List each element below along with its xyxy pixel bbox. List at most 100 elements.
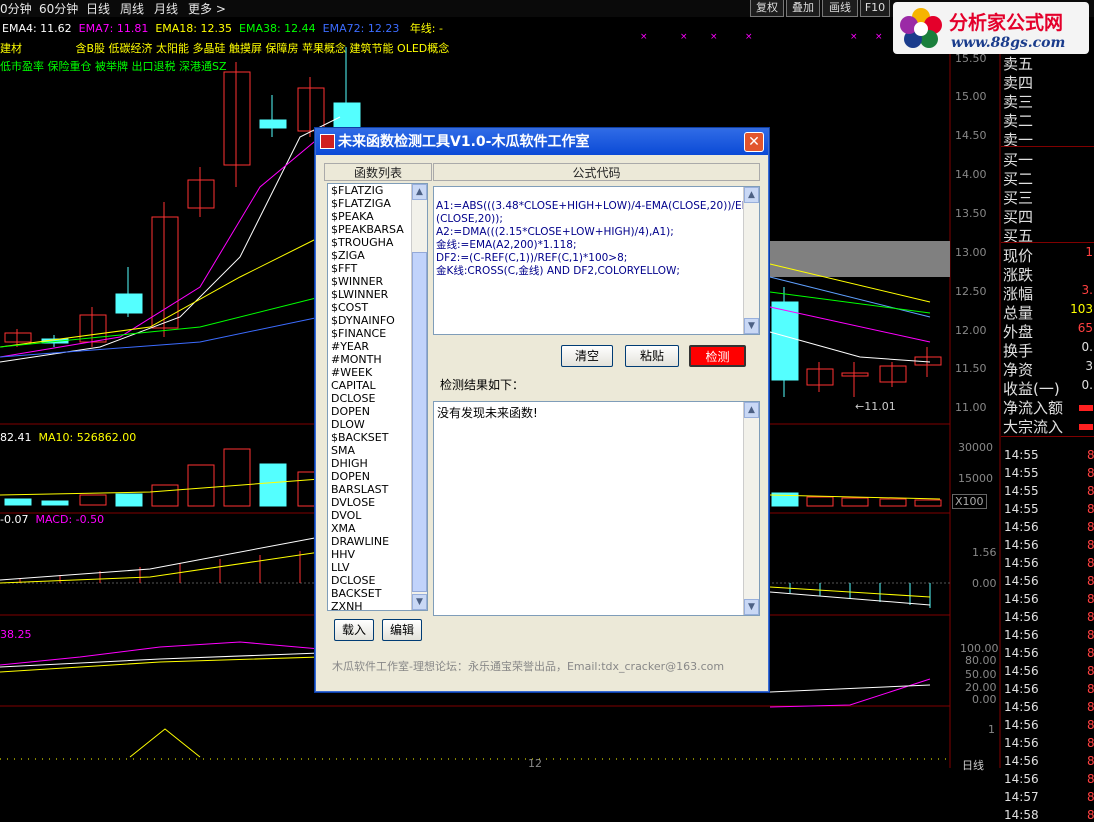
stat-label: 现价 — [1003, 247, 1034, 265]
ema38-label: EMA38: 12.44 — [239, 22, 316, 35]
concept-tag: 多晶硅 — [192, 42, 226, 55]
site-logo: 分析家公式网 www.88gs.com — [893, 2, 1089, 54]
clear-button[interactable]: 清空 — [561, 345, 613, 367]
volume-bar — [41, 500, 69, 506]
tick-time: 14:56 — [1004, 664, 1039, 678]
stat-row: 净流入额 — [1003, 397, 1093, 418]
concept-tag: 低碳经济 — [108, 42, 153, 55]
volume-value: 82.41 — [0, 431, 32, 444]
stat-value: 0. — [1081, 378, 1093, 392]
concept-tag: 建筑节能 — [349, 42, 394, 55]
period-tab-60min[interactable]: 60分钟 — [39, 0, 78, 17]
code-line: 金K线:CROSS(C,金线) AND DF2,COLORYELLOW; — [436, 265, 680, 277]
kdj-label: 38.25 — [0, 628, 32, 641]
period-tab-10min[interactable]: 0分钟 — [0, 0, 32, 17]
ema7-label: EMA7: 11.81 — [78, 22, 149, 35]
result-output[interactable]: 没有发现未来函数! ▲ ▼ — [433, 401, 760, 616]
period-tab-day[interactable]: 日线 — [86, 0, 110, 17]
volume-bar — [914, 499, 942, 507]
paste-button[interactable]: 粘贴 — [625, 345, 679, 367]
scroll-up-icon[interactable]: ▲ — [412, 184, 427, 200]
scroll-down-icon[interactable]: ▼ — [744, 318, 759, 334]
adjust-button[interactable]: 复权 — [750, 0, 784, 17]
stat-label: 收益(一) — [1003, 380, 1060, 398]
kdj-line — [769, 678, 931, 708]
tick-price: 8 — [1087, 736, 1094, 750]
tick-price: 8 — [1087, 556, 1094, 570]
tick-time: 14:57 — [1004, 790, 1039, 804]
scroll-down-icon[interactable]: ▼ — [744, 599, 759, 615]
tick-time: 14:56 — [1004, 538, 1039, 552]
price-axis-label: 12.00 — [955, 324, 987, 337]
close-icon[interactable]: ✕ — [744, 132, 764, 152]
edit-button[interactable]: 编辑 — [382, 619, 422, 641]
scroll-up-icon[interactable]: ▲ — [744, 402, 759, 418]
f10-button[interactable]: F10 — [860, 0, 890, 17]
kdj-axis-label: 50.00 — [965, 668, 997, 681]
volume-axis-label: 15000 — [958, 472, 993, 485]
buy-level-3: 买三 — [1003, 189, 1034, 207]
volume-unit-badge: X100 — [952, 494, 987, 509]
logo-url: www.88gs.com — [951, 35, 1066, 51]
future-function-detector-dialog: 未来函数检测工具V1.0-木瓜软件工作室 ✕ 函数列表 $FLATZIG $FLA… — [315, 128, 769, 692]
signal-marker: × — [850, 32, 858, 42]
result-scrollbar[interactable]: ▲ ▼ — [743, 402, 759, 615]
dialog-titlebar[interactable]: 未来函数检测工具V1.0-木瓜软件工作室 ✕ — [316, 129, 768, 155]
tick-time: 14:56 — [1004, 718, 1039, 732]
concept-row-1: 建材 含B股 低碳经济 太阳能 多晶硅 触摸屏 保障房 苹果概念 建筑节能 OL… — [0, 40, 449, 56]
tick-price: 8 — [1087, 772, 1094, 786]
scroll-down-icon[interactable]: ▼ — [412, 594, 427, 610]
period-tab-week[interactable]: 周线 — [120, 0, 144, 17]
function-list[interactable]: $FLATZIG $FLATZIGA $PEAKA $PEAKBARSA $TROUGH… — [327, 183, 428, 611]
code-scrollbar[interactable]: ▲ ▼ — [743, 187, 759, 334]
stat-value: 1 — [1085, 245, 1093, 259]
candle-body — [151, 216, 179, 329]
tick-price: 8 — [1087, 700, 1094, 714]
tick-price: 8 — [1087, 718, 1094, 732]
kdj-axis-label: 80.00 — [965, 654, 997, 667]
volume-bar — [806, 496, 834, 507]
volume-ma10: MA10: 526862.00 — [38, 431, 137, 444]
quote-panel: 卖五 卖四 卖三 卖二 卖一 买一 买二 买三 买四 买五 现价 1 涨跌 涨幅 3… — [1001, 45, 1094, 822]
stat-row: 外盘 65 — [1003, 321, 1093, 342]
result-label: 检测结果如下： — [440, 378, 525, 392]
load-button[interactable]: 载入 — [334, 619, 374, 641]
macd-label: -0.07 MACD: -0.50 — [0, 513, 104, 526]
tick-price: 8 — [1087, 628, 1094, 642]
concept-tag: 太阳能 — [156, 42, 190, 55]
tick-time: 14:56 — [1004, 520, 1039, 534]
inflow-bar — [1079, 424, 1093, 430]
candle-body — [771, 301, 799, 381]
tick-time: 14:56 — [1004, 610, 1039, 624]
formula-code-editor[interactable]: A1:=ABS(((3.48*CLOSE+HIGH+LOW)/4-EMA(CLO… — [433, 186, 760, 335]
tick-price: 8 — [1087, 682, 1094, 696]
scroll-up-icon[interactable]: ▲ — [744, 187, 759, 203]
scroll-thumb[interactable] — [412, 252, 427, 592]
volume-label: 82.41 MA10: 526862.00 — [0, 431, 136, 444]
kdj-line — [769, 684, 931, 693]
function-list-scrollbar[interactable]: ▲ ▼ — [411, 184, 427, 610]
macd-axis-label: 0.00 — [972, 577, 997, 590]
tick-time: 14:55 — [1004, 484, 1039, 498]
tick-price: 8 — [1087, 574, 1094, 588]
tick-time: 14:56 — [1004, 772, 1039, 786]
concept-tag: 苹果概念 — [302, 42, 347, 55]
concept-tag: OLED概念 — [397, 42, 450, 55]
price-axis-label: 14.00 — [955, 168, 987, 181]
kdj-axis-label: 0.00 — [972, 693, 997, 706]
dialog-footer: 木瓜软件工作室-理想论坛：永乐通宝荣誉出品，Email:tdx_cracker@… — [332, 660, 725, 673]
stat-value: 103 — [1070, 302, 1093, 316]
volume-bar — [4, 498, 32, 506]
buy-level-4: 买四 — [1003, 208, 1034, 226]
ema-indicator-line: EMA4: 11.62 EMA7: 11.81 EMA18: 12.35 EMA… — [2, 20, 443, 36]
buy-level-2: 买二 — [1003, 170, 1034, 188]
tick-price: 8 — [1087, 808, 1094, 822]
tick-price: 8 — [1087, 664, 1094, 678]
period-tab-month[interactable]: 月线 — [154, 0, 178, 17]
period-tab-more[interactable]: 更多 > — [188, 0, 226, 17]
price-axis-label: 13.00 — [955, 246, 987, 259]
candle-body — [879, 365, 907, 383]
draw-line-button[interactable]: 画线 — [822, 0, 858, 17]
overlay-button[interactable]: 叠加 — [786, 0, 820, 17]
detect-button[interactable]: 检测 — [689, 345, 746, 367]
